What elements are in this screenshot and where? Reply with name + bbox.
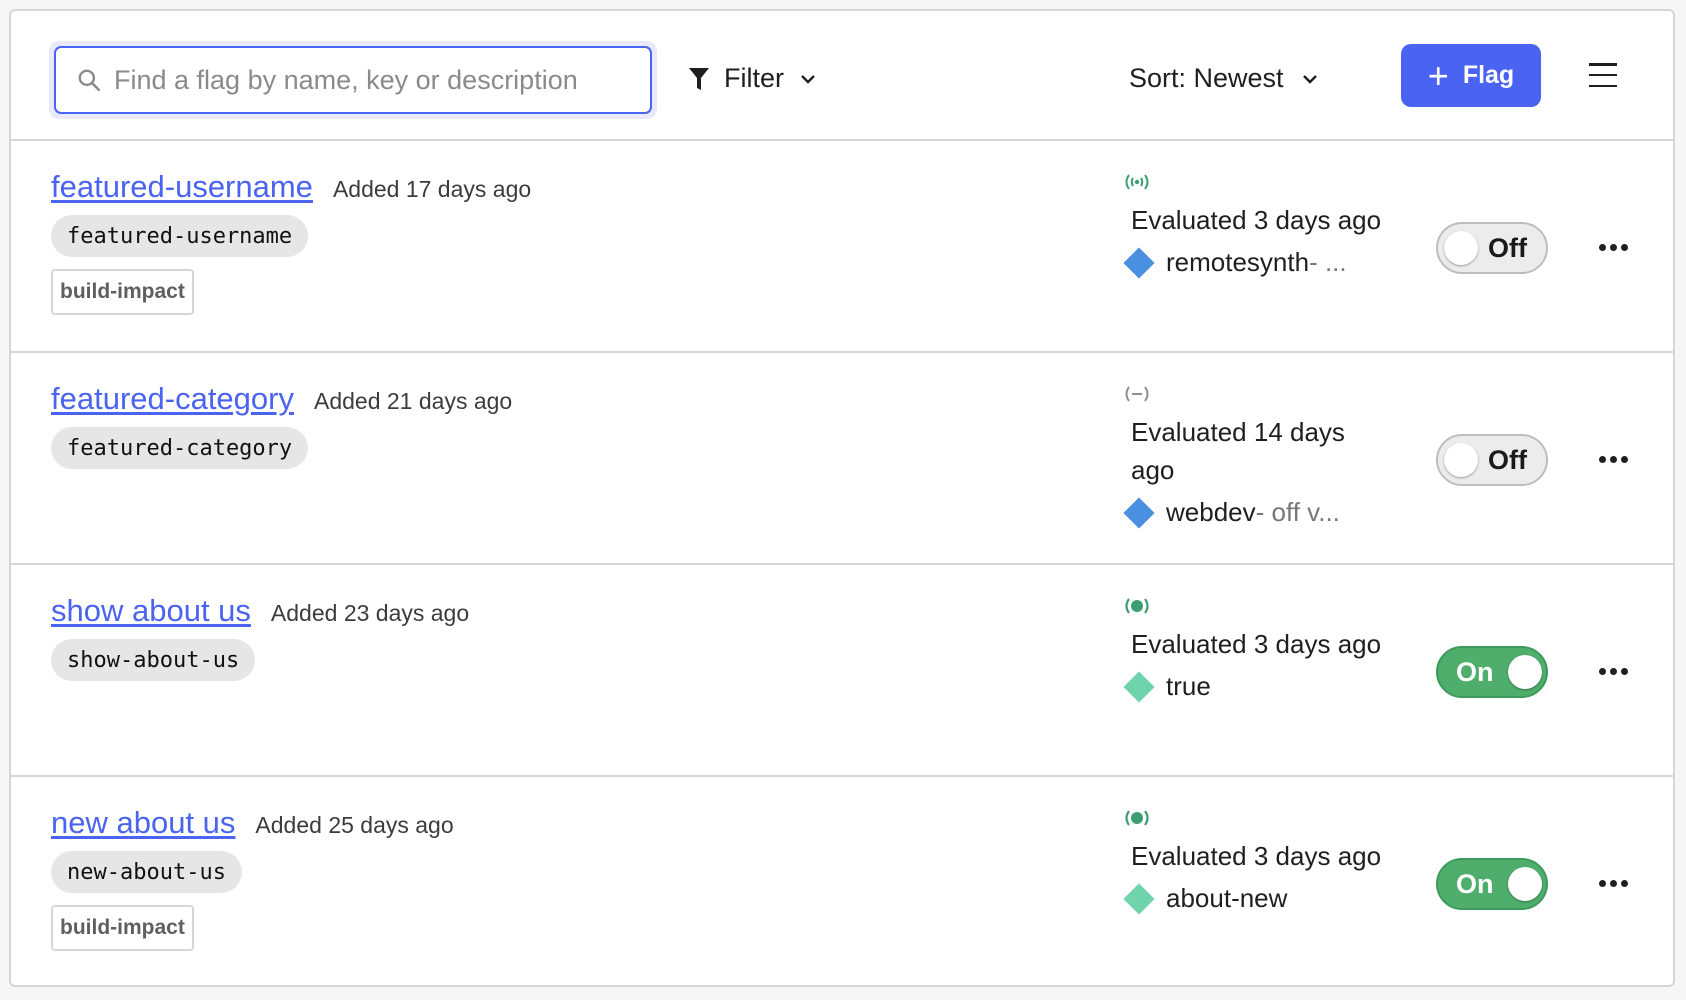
search-field[interactable] xyxy=(54,46,652,114)
evaluation-info: Evaluated 3 days ago about-new xyxy=(1123,807,1383,914)
add-flag-label: Flag xyxy=(1463,61,1514,90)
evaluated-time: Evaluated 3 days ago xyxy=(1131,837,1383,875)
toggle-knob xyxy=(1444,443,1478,477)
flag-key: featured-username xyxy=(51,215,308,257)
fallthrough-variation: about-new xyxy=(1123,883,1383,914)
inactive-signal-icon xyxy=(1123,383,1383,405)
search-field-wrapper xyxy=(49,41,657,119)
flag-title-line: new about us Added 25 days ago xyxy=(51,805,454,841)
more-options-icon[interactable] xyxy=(1595,452,1632,467)
flag-list-toolbar: Filter Sort: Newest + Flag xyxy=(11,11,1673,141)
evaluation-info: Evaluated 3 days ago remotesynth - ... xyxy=(1123,171,1383,278)
more-options-icon[interactable] xyxy=(1595,664,1632,679)
flag-toggle[interactable]: On xyxy=(1436,858,1548,910)
toggle-knob xyxy=(1444,231,1478,265)
fallthrough-variation: true xyxy=(1123,671,1383,702)
more-options-icon[interactable] xyxy=(1595,876,1632,891)
variation-name: remotesynth xyxy=(1166,247,1309,278)
variation-diamond-icon xyxy=(1123,671,1154,702)
flag-name-link[interactable]: featured-category xyxy=(51,381,294,417)
toggle-knob xyxy=(1508,655,1542,689)
flag-title-line: show about us Added 23 days ago xyxy=(51,593,469,629)
evaluation-info: Evaluated 3 days ago true xyxy=(1123,595,1383,702)
flag-added-date: Added 23 days ago xyxy=(271,600,469,627)
more-options-icon[interactable] xyxy=(1595,240,1632,255)
flag-key: featured-category xyxy=(51,427,308,469)
flag-toggle[interactable]: Off xyxy=(1436,222,1548,274)
flag-key: show-about-us xyxy=(51,639,255,681)
filter-label: Filter xyxy=(724,63,784,94)
chevron-down-icon xyxy=(800,73,816,85)
flag-row: featured-category Added 21 days ago feat… xyxy=(11,353,1673,565)
chevron-down-icon xyxy=(1302,73,1318,85)
evaluated-time: Evaluated 3 days ago xyxy=(1131,625,1383,663)
flag-tag[interactable]: build-impact xyxy=(51,905,194,951)
variation-diamond-icon xyxy=(1123,497,1154,528)
hamburger-menu-icon[interactable] xyxy=(1589,63,1617,87)
flag-name-link[interactable]: new about us xyxy=(51,805,235,841)
flag-name-link[interactable]: featured-username xyxy=(51,169,313,205)
flag-added-date: Added 17 days ago xyxy=(333,176,531,203)
variation-diamond-icon xyxy=(1123,247,1154,278)
flag-toggle[interactable]: Off xyxy=(1436,434,1548,486)
variation-diamond-icon xyxy=(1123,883,1154,914)
flag-toggle[interactable]: On xyxy=(1436,646,1548,698)
add-flag-button[interactable]: + Flag xyxy=(1401,44,1541,107)
fallthrough-variation: remotesynth - ... xyxy=(1123,247,1383,278)
evaluation-info: Evaluated 14 days ago webdev - off v... xyxy=(1123,383,1383,528)
evaluated-time: Evaluated 3 days ago xyxy=(1131,201,1383,239)
variation-name: true xyxy=(1166,671,1211,702)
flag-name-link[interactable]: show about us xyxy=(51,593,251,629)
flag-title-line: featured-category Added 21 days ago xyxy=(51,381,512,417)
live-signal-icon xyxy=(1123,171,1383,193)
search-icon xyxy=(76,67,102,93)
active-signal-icon xyxy=(1123,807,1383,829)
toggle-label: On xyxy=(1456,657,1494,688)
variation-description: - off v... xyxy=(1256,497,1340,528)
flag-key: new-about-us xyxy=(51,851,242,893)
toggle-label: Off xyxy=(1488,445,1527,476)
flag-row: show about us Added 23 days ago show-abo… xyxy=(11,565,1673,777)
fallthrough-variation: webdev - off v... xyxy=(1123,497,1383,528)
sort-dropdown[interactable]: Sort: Newest xyxy=(1129,63,1318,94)
flag-row: featured-username Added 17 days ago feat… xyxy=(11,141,1673,353)
variation-description: - ... xyxy=(1309,247,1347,278)
variation-name: webdev xyxy=(1166,497,1256,528)
active-signal-icon xyxy=(1123,595,1383,617)
search-input[interactable] xyxy=(114,65,614,96)
toggle-label: On xyxy=(1456,869,1494,900)
flag-added-date: Added 21 days ago xyxy=(314,388,512,415)
toggle-label: Off xyxy=(1488,233,1527,264)
plus-icon: + xyxy=(1428,58,1449,94)
filter-button[interactable]: Filter xyxy=(688,63,816,94)
flag-title-line: featured-username Added 17 days ago xyxy=(51,169,531,205)
funnel-icon xyxy=(688,66,710,92)
toggle-knob xyxy=(1508,867,1542,901)
flag-tag[interactable]: build-impact xyxy=(51,269,194,315)
sort-label: Sort: Newest xyxy=(1129,63,1284,94)
flag-list-panel: Filter Sort: Newest + Flag featured-user… xyxy=(9,9,1675,987)
flag-row: new about us Added 25 days ago new-about… xyxy=(11,777,1673,989)
flag-added-date: Added 25 days ago xyxy=(255,812,453,839)
variation-name: about-new xyxy=(1166,883,1287,914)
evaluated-time: Evaluated 14 days ago xyxy=(1131,413,1383,489)
